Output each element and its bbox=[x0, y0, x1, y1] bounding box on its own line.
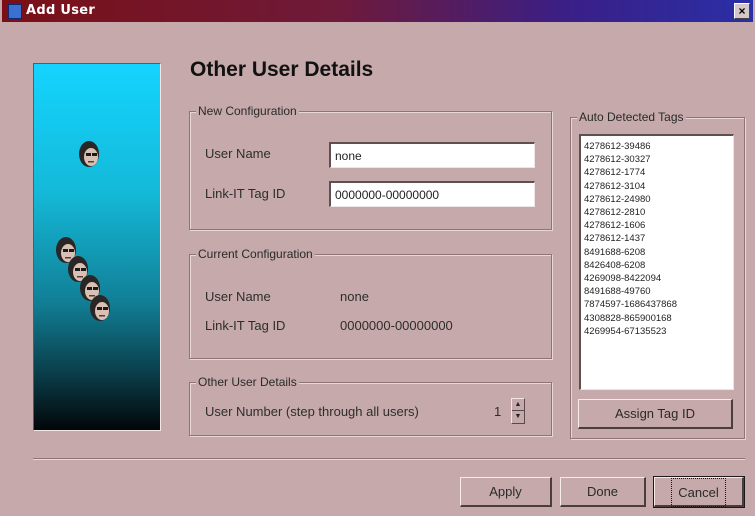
new-user-name-label: User Name bbox=[205, 146, 271, 161]
apply-button[interactable]: Apply bbox=[460, 477, 552, 507]
user-heads-illustration bbox=[56, 141, 110, 321]
apply-label: Apply bbox=[489, 484, 522, 499]
head-icon-1 bbox=[79, 141, 99, 167]
close-button[interactable]: × bbox=[734, 3, 750, 19]
tag-list-item[interactable]: 4308828-865900168 bbox=[584, 312, 733, 325]
tag-list-item[interactable]: 8426408-6208 bbox=[584, 259, 733, 272]
done-button[interactable]: Done bbox=[560, 477, 646, 507]
tag-list-item[interactable]: 4278612-1606 bbox=[584, 219, 733, 232]
current-configuration-label: Current Configuration bbox=[196, 247, 315, 261]
current-tag-id-value: 0000000-00000000 bbox=[340, 318, 453, 333]
tag-id-input[interactable]: 0000000-00000000 bbox=[329, 181, 535, 207]
tag-list-item[interactable]: 4278612-1774 bbox=[584, 166, 733, 179]
tag-list-item[interactable]: 4278612-24980 bbox=[584, 193, 733, 206]
new-configuration-group: New Configuration bbox=[189, 104, 552, 230]
current-user-name-value: none bbox=[340, 289, 369, 304]
auto-detected-tags-list[interactable]: 4278612-39486 4278612-30327 4278612-1774 42… bbox=[579, 134, 734, 390]
user-number-label: User Number (step through all users) bbox=[205, 404, 419, 419]
user-name-input[interactable]: none bbox=[329, 142, 535, 168]
auto-detected-tags-label: Auto Detected Tags bbox=[577, 110, 686, 124]
user-number-value: 1 bbox=[494, 404, 502, 419]
window-title: Add User bbox=[26, 3, 96, 18]
user-number-spinner[interactable]: ▲ ▼ bbox=[511, 398, 525, 424]
spin-up-icon[interactable]: ▲ bbox=[512, 399, 524, 411]
cancel-button[interactable]: Cancel bbox=[653, 476, 745, 508]
current-user-name-label: User Name bbox=[205, 289, 271, 304]
close-icon: × bbox=[738, 4, 746, 18]
tag-list-item[interactable]: 8491688-49760 bbox=[584, 285, 733, 298]
head-icon-5 bbox=[90, 295, 110, 321]
tag-list-item[interactable]: 4278612-39486 bbox=[584, 140, 733, 153]
cancel-label: Cancel bbox=[671, 478, 726, 507]
tag-list-item[interactable]: 8491688-6208 bbox=[584, 246, 733, 259]
done-label: Done bbox=[586, 484, 619, 499]
tag-list-item[interactable]: 7874597-1686437868 bbox=[584, 298, 733, 311]
other-user-details-label: Other User Details bbox=[196, 375, 299, 389]
tag-list-item[interactable]: 4278612-3104 bbox=[584, 180, 733, 193]
side-illustration-panel bbox=[33, 63, 161, 431]
new-configuration-label: New Configuration bbox=[196, 104, 299, 118]
assign-tag-id-button[interactable]: Assign Tag ID bbox=[578, 399, 733, 429]
app-icon bbox=[8, 4, 22, 19]
current-tag-id-label: Link-IT Tag ID bbox=[205, 318, 286, 333]
tag-list-item[interactable]: 4278612-30327 bbox=[584, 153, 733, 166]
tag-list-item[interactable]: 4278612-1437 bbox=[584, 232, 733, 245]
tag-list-item[interactable]: 4278612-2810 bbox=[584, 206, 733, 219]
title-bar: Add User × bbox=[2, 0, 753, 22]
page-title: Other User Details bbox=[190, 58, 374, 81]
tag-list-item[interactable]: 4269098-8422094 bbox=[584, 272, 733, 285]
tag-list-item[interactable]: 4269954-67135523 bbox=[584, 325, 733, 338]
bottom-separator bbox=[33, 458, 745, 460]
new-tag-id-label: Link-IT Tag ID bbox=[205, 186, 286, 201]
spin-down-icon[interactable]: ▼ bbox=[512, 411, 524, 423]
assign-tag-id-label: Assign Tag ID bbox=[615, 406, 695, 421]
current-configuration-group: Current Configuration bbox=[189, 247, 552, 359]
